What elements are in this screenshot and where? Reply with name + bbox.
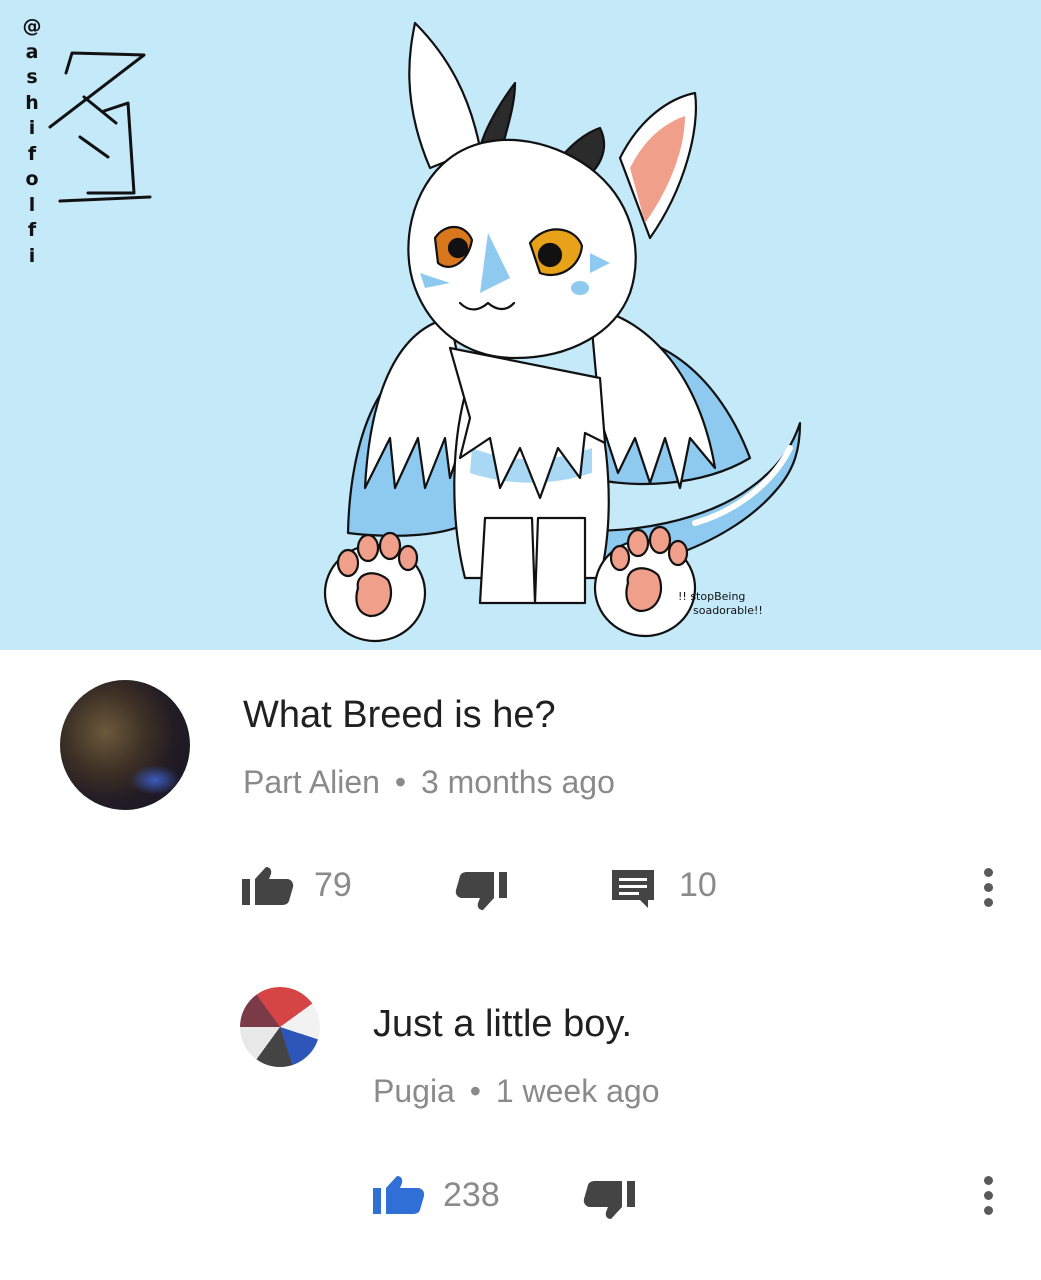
thumbs-up-icon[interactable] bbox=[241, 866, 295, 906]
artwork-caption-line1: !! stopBeing bbox=[678, 590, 745, 603]
comment-author[interactable]: Part Alien bbox=[243, 764, 380, 800]
reply-like-count: 238 bbox=[443, 1176, 500, 1214]
handle-char: i bbox=[28, 244, 36, 267]
handle-char: s bbox=[26, 66, 38, 88]
reply-text: Just a little boy. bbox=[373, 1003, 633, 1045]
artist-signature bbox=[48, 51, 152, 203]
comment-time: 3 months ago bbox=[420, 764, 615, 800]
thumbs-down-icon[interactable] bbox=[454, 871, 508, 911]
creature-illustration: !! stopBeing soadorable!! bbox=[323, 21, 802, 643]
like-count: 79 bbox=[314, 866, 352, 904]
handle-char: @ bbox=[22, 15, 42, 37]
handle-char: l bbox=[28, 193, 36, 216]
more-vertical-icon[interactable] bbox=[982, 1176, 994, 1221]
meta-separator: • bbox=[469, 1073, 481, 1109]
handle-char: a bbox=[25, 40, 39, 63]
comment-meta: Part Alien • 3 months ago bbox=[243, 764, 615, 801]
comment-icon[interactable] bbox=[610, 868, 656, 910]
reply-count: 10 bbox=[679, 866, 717, 904]
meta-separator: • bbox=[394, 764, 407, 800]
thumbs-down-icon[interactable] bbox=[582, 1180, 636, 1220]
artwork-caption-line2: soadorable!! bbox=[693, 604, 763, 617]
reply-author[interactable]: Pugia bbox=[373, 1073, 455, 1109]
reply-time: 1 week ago bbox=[495, 1073, 660, 1109]
reply-avatar[interactable] bbox=[240, 987, 320, 1067]
handle-char: o bbox=[25, 168, 39, 190]
handle-char: h bbox=[25, 91, 39, 114]
comment-text: What Breed is he? bbox=[243, 694, 556, 736]
commenter-avatar[interactable] bbox=[60, 680, 190, 810]
artwork-panel: @ a s h i f o l f i !! stopBeing soadora… bbox=[0, 0, 1041, 650]
more-vertical-icon[interactable] bbox=[982, 868, 994, 913]
handle-char: i bbox=[28, 117, 36, 139]
thumbs-up-icon[interactable] bbox=[372, 1175, 426, 1215]
artist-handle: @ a s h i f o l f i bbox=[22, 14, 42, 269]
handle-char: f bbox=[27, 219, 37, 241]
handle-char: f bbox=[27, 142, 37, 165]
reply-meta: Pugia • 1 week ago bbox=[373, 1073, 660, 1110]
